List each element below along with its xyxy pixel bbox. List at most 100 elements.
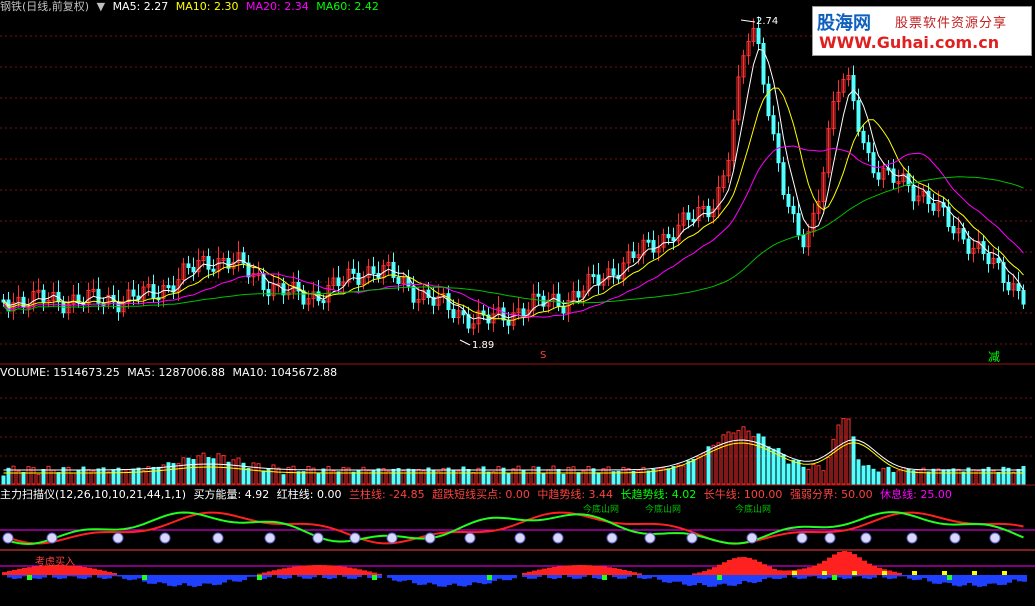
blue-bar — [262, 575, 267, 579]
blue-bar — [737, 575, 742, 585]
watermark-logo: 股海网 股票软件资源分享 WWW.Guhai.com.cn — [812, 6, 1032, 56]
stock-title[interactable]: 钢铁(日线,前复权) — [0, 0, 89, 13]
blue-bar — [847, 575, 852, 579]
candle-body — [41, 289, 46, 303]
volume-bar — [836, 424, 841, 485]
candle-body — [791, 205, 796, 215]
volume-bar — [951, 468, 956, 485]
chart-canvas — [0, 16, 1035, 587]
blue-bar — [322, 575, 327, 578]
volume-bar — [816, 465, 821, 485]
red-bar — [557, 566, 562, 575]
candle-body — [576, 291, 581, 298]
volume-bar — [631, 470, 636, 485]
volume-bar — [896, 470, 901, 485]
volume-bar — [741, 426, 746, 485]
red-bar — [897, 572, 902, 575]
red-bar — [87, 567, 92, 575]
volume-bar — [51, 469, 56, 485]
volume-bar — [586, 465, 591, 485]
red-bar — [82, 567, 87, 575]
blue-bar — [117, 575, 122, 577]
blue-bar — [732, 575, 737, 586]
blue-bar — [172, 575, 177, 587]
red-bar — [567, 565, 572, 575]
red-bar — [347, 567, 352, 575]
candle-body — [536, 293, 541, 297]
face-icon — [746, 532, 758, 544]
blue-bar — [972, 575, 977, 586]
blue-bar — [702, 575, 707, 586]
blue-bar — [662, 575, 667, 583]
candle-body — [651, 240, 656, 253]
blue-bar — [622, 575, 627, 579]
red-bar — [612, 568, 617, 575]
blue-bar — [102, 575, 107, 579]
sub-label-3: 今底山网 — [735, 505, 772, 515]
blue-bar — [997, 575, 1002, 586]
candle-body — [911, 185, 916, 202]
blue-bar — [507, 575, 512, 581]
candle-body — [151, 284, 156, 299]
volume-bar — [941, 469, 946, 485]
volume-bar — [561, 473, 566, 485]
blue-bar — [212, 575, 217, 586]
volume-bar — [486, 471, 491, 485]
volume-bar — [971, 469, 976, 485]
red-bar — [857, 557, 862, 575]
blue-bar — [772, 575, 777, 579]
candle-body — [786, 193, 791, 207]
red-bar — [537, 569, 542, 575]
main-chart-header: 钢铁(日线,前复权) ▼ MA5: 2.27 MA10: 2.30 MA20: … — [0, 0, 383, 14]
blue-bar — [352, 575, 357, 579]
red-bar — [372, 572, 377, 575]
candle-body — [451, 309, 456, 319]
volume-bar — [726, 431, 731, 485]
volume-bar — [336, 471, 341, 485]
red-bar — [112, 572, 117, 575]
blue-bar — [887, 575, 892, 579]
red-bar — [712, 567, 717, 575]
candle-body — [996, 257, 1001, 264]
red-bar — [322, 565, 327, 575]
volume-bar — [231, 459, 236, 485]
green-bar — [142, 575, 147, 580]
volume-bar — [516, 465, 521, 485]
candle-body — [521, 308, 526, 318]
candle-body — [1016, 283, 1021, 292]
sell-marker: S — [540, 350, 547, 361]
blue-bar — [817, 575, 822, 579]
red-bar — [317, 565, 322, 575]
volume-bar — [326, 466, 331, 485]
blue-bar — [707, 575, 712, 587]
face-icon — [264, 532, 276, 544]
blue-bar — [397, 575, 402, 582]
blue-bar — [982, 575, 987, 587]
blue-bar — [492, 575, 497, 581]
dropdown-icon[interactable]: ▼ — [97, 0, 105, 13]
red-bar — [337, 566, 342, 575]
volume-bar — [406, 468, 411, 485]
blue-bar — [202, 575, 207, 584]
volume-bar — [281, 474, 286, 485]
volume-bar — [116, 467, 121, 485]
blue-bar — [957, 575, 962, 587]
red-bar — [737, 557, 742, 575]
volume-bar — [191, 459, 196, 485]
red-bar — [297, 566, 302, 575]
volume-bar — [186, 457, 191, 485]
red-bar — [757, 561, 762, 575]
blue-bar — [522, 575, 527, 578]
blue-bar — [127, 575, 132, 581]
blue-bar — [682, 575, 687, 585]
volume-bar — [776, 448, 781, 485]
volume-bar — [671, 466, 676, 485]
face-icon — [464, 532, 476, 544]
volume-bar — [321, 468, 326, 485]
red-bar — [582, 565, 587, 575]
blue-bar — [277, 575, 282, 578]
green-bar — [257, 575, 262, 580]
volume-bar — [861, 465, 866, 485]
blue-bar — [72, 575, 77, 577]
blue-bar — [52, 575, 57, 578]
